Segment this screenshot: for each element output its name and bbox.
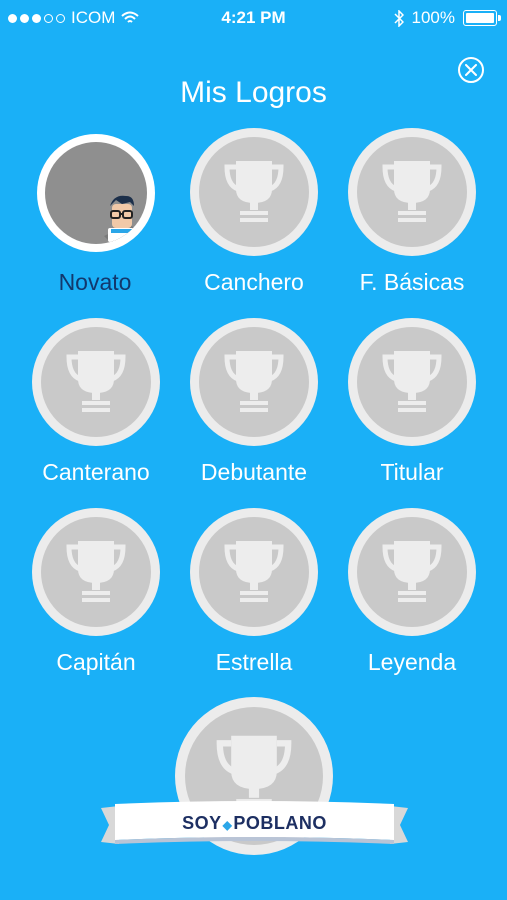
page-title: Mis Logros <box>180 76 327 109</box>
trophy-icon <box>382 541 442 602</box>
achievement-medal-titular[interactable] <box>348 318 476 446</box>
brand-diamond-icon: ◆ <box>222 818 233 832</box>
achievement-medal-estrella[interactable] <box>190 508 318 636</box>
battery-icon <box>463 10 501 26</box>
status-right: 100% <box>393 8 501 28</box>
achievement-label-capitan: Capitán <box>56 649 136 675</box>
brand-banner: SOY◆POBLANO <box>101 800 408 848</box>
close-icon <box>465 64 477 76</box>
achievement-label-fbasicas: F. Básicas <box>359 269 465 295</box>
trophy-icon <box>224 541 284 602</box>
achievement-medal-canterano[interactable] <box>32 318 160 446</box>
brand-text-soy: SOY <box>182 813 222 833</box>
trophy-icon <box>224 161 284 222</box>
achievement-label-canterano: Canterano <box>42 459 150 485</box>
achievement-medal-fbasicas[interactable] <box>348 128 476 256</box>
trophy-icon <box>382 351 442 412</box>
trophy-icon <box>66 541 126 602</box>
brand-logo-text: SOY◆POBLANO <box>101 813 408 834</box>
achievement-medal-debutante[interactable] <box>190 318 318 446</box>
achievement-label-debutante: Debutante <box>200 459 308 485</box>
status-bar: ICOM 4:21 PM 100% <box>0 0 507 36</box>
achievement-label-novato: Novato <box>58 269 132 295</box>
achievement-label-titular: Titular <box>380 459 444 485</box>
trophy-icon <box>382 161 442 222</box>
battery-percent: 100% <box>411 8 455 27</box>
bluetooth-icon <box>393 9 404 27</box>
achievement-medal-leyenda[interactable] <box>348 508 476 636</box>
trophy-icon <box>66 351 126 412</box>
achievement-medal-canchero[interactable] <box>190 128 318 256</box>
achievement-medal-novato[interactable] <box>37 134 155 252</box>
avatar <box>45 142 147 244</box>
brand-text-poblano: POBLANO <box>233 813 327 833</box>
achievement-label-leyenda: Leyenda <box>367 649 457 675</box>
achievement-label-canchero: Canchero <box>204 269 304 295</box>
achievement-label-estrella: Estrella <box>215 649 293 675</box>
avatar-character-icon <box>104 195 147 244</box>
trophy-icon <box>224 351 284 412</box>
achievement-medal-capitan[interactable] <box>32 508 160 636</box>
